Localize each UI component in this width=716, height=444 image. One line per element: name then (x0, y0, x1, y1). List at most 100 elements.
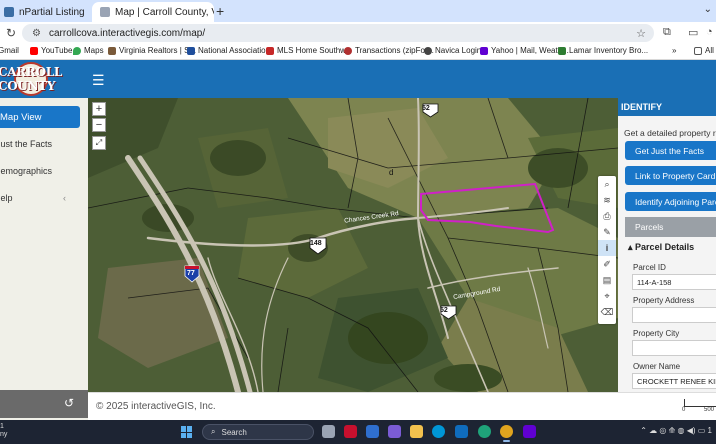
panel-title: IDENTIFY (618, 98, 716, 116)
reload-icon[interactable]: ↻ (6, 26, 16, 40)
taskbar-search[interactable]: ⌕ Search (202, 424, 314, 440)
bookmark-label: Lamar Inventory Bro... (569, 46, 649, 55)
new-tab-button[interactable]: + (216, 3, 224, 19)
folder-icon (694, 46, 702, 55)
bookmark-maps[interactable]: Maps (73, 46, 104, 55)
field-label-property-address: Property Address (633, 296, 695, 305)
bookmark-star-icon[interactable]: ☆ (636, 27, 646, 40)
bookmark-label: Navica Login (435, 46, 482, 55)
yahoo-icon[interactable] (523, 425, 536, 438)
reset-icon[interactable]: ↺ (64, 396, 74, 410)
edge-icon[interactable] (478, 425, 491, 438)
identify-info-icon[interactable]: i (598, 240, 616, 256)
sidebar-item-demographics[interactable]: Demographics (0, 160, 82, 182)
bookmark-lamar[interactable]: Lamar Inventory Bro... (558, 46, 648, 55)
split-view-icon[interactable]: ▭ (688, 26, 698, 39)
extensions-icon[interactable]: ⧉ (663, 26, 671, 39)
menu-icon[interactable]: ☰ (92, 72, 105, 89)
sidebar-item-map-view[interactable]: Map View (0, 106, 80, 128)
bookmark-yahoo[interactable]: Yahoo | Mail, Weath... (480, 46, 569, 55)
system-tray[interactable]: ⌃ ☁ ◎ ⟰ ◍ ◀) ▭ 1 (640, 426, 712, 435)
bookmark-youtube[interactable]: YouTube (30, 46, 72, 55)
scale-bar (684, 399, 716, 407)
app-blue-icon[interactable] (366, 425, 379, 438)
county-logo[interactable]: CARROLL COUNTY (0, 62, 68, 96)
map-toolbar: ⌕ ≋ ⎙ ✎ i ✐ ▤ ⌖ ⌫ (598, 176, 616, 324)
scale-start-label: 0 (682, 407, 686, 413)
sidebar-item-just-the-facts[interactable]: Just the Facts (0, 133, 84, 155)
app-header: CARROLL COUNTY ☰ (0, 60, 716, 98)
bookmark-label: MLS Home Southw... (277, 46, 353, 55)
tab-carroll-map[interactable]: Map | Carroll County, VA ✕ (92, 2, 214, 22)
maps-icon (73, 46, 81, 55)
sidebar-item-help[interactable]: Help ‹ (0, 187, 82, 209)
mcafee-icon[interactable] (344, 425, 357, 438)
map-canvas[interactable]: 52 52 148 77 Chances Creek Rd Campground… (88, 98, 618, 392)
search-icon: ⌕ (211, 427, 216, 436)
file-explorer-icon[interactable] (410, 425, 423, 438)
section-title: Parcel Details (635, 242, 695, 252)
weather-line: 1 (0, 423, 4, 430)
sidebar-item-label: Help (0, 193, 13, 203)
full-extent-icon[interactable]: ⤢ (92, 136, 106, 150)
bookmark-mls-home[interactable]: MLS Home Southw... (266, 46, 352, 55)
sidebar-item-label: Demographics (0, 166, 53, 176)
layers-icon[interactable]: ≋ (598, 192, 616, 208)
all-bookmarks[interactable]: All (694, 46, 714, 55)
tab-favicon-icon (100, 7, 110, 17)
address-bar[interactable]: ⚙ carrollcova.interactivegis.com/map/ ☆ (22, 24, 654, 42)
identify-adjoining-button[interactable]: Identify Adjoining Parcels (625, 192, 716, 211)
measure-icon[interactable]: ✐ (598, 256, 616, 272)
navica-icon (424, 46, 432, 55)
bookmark-label: Transactions (zipFor... (355, 46, 434, 55)
logo-text: CARROLL COUNTY (0, 65, 63, 93)
location-pin-icon[interactable]: ⌖ (598, 288, 616, 304)
bookmark-navica[interactable]: Navica Login (424, 46, 481, 55)
print-icon[interactable]: ⎙ (598, 208, 616, 224)
sidebar-item-label: Just the Facts (0, 139, 53, 149)
get-just-the-facts-button[interactable]: Get Just the Facts (625, 141, 716, 160)
chevron-left-icon: ‹ (63, 193, 66, 203)
scale-end-label: 500 (704, 407, 715, 413)
eraser-icon[interactable]: ⌫ (598, 304, 616, 320)
bookmark-transactions[interactable]: Transactions (zipFor... (344, 46, 434, 55)
bookmark-virginia-realtors[interactable]: Virginia Realtors | S... (108, 46, 196, 55)
search-icon[interactable]: ⌕ (598, 176, 616, 192)
chrome-icon[interactable] (500, 425, 513, 442)
nar-icon (187, 46, 195, 55)
basemap-icon[interactable]: ▤ (598, 272, 616, 288)
route-52-label: 52 (422, 105, 430, 112)
outlook-icon[interactable] (455, 425, 468, 438)
weather-widget[interactable]: 1 ny (0, 423, 7, 439)
hp-icon[interactable] (432, 425, 445, 438)
parcel-details-header[interactable]: ▴ Parcel Details (628, 242, 694, 253)
task-view-icon[interactable] (322, 425, 335, 438)
panel-intro: Get a detailed property report (624, 128, 716, 138)
bookmark-label: Maps (84, 46, 104, 55)
zoom-out-button[interactable]: − (92, 118, 106, 132)
youtube-icon (30, 46, 38, 55)
bookmarks-overflow-button[interactable]: » (672, 46, 676, 55)
field-value-owner-name: CROCKETT RENEE KIMBERLY (632, 373, 716, 389)
tab-partial-listing[interactable]: nPartial Listing ✕ (0, 2, 88, 22)
profile-icon[interactable]: ◔ (706, 26, 713, 38)
tab-title: nPartial Listing (19, 6, 85, 18)
draw-icon[interactable]: ✎ (598, 224, 616, 240)
tab-search-icon[interactable]: ⌄ (704, 4, 712, 15)
site-info-icon[interactable]: ⚙ (32, 28, 41, 39)
zoom-in-button[interactable]: + (92, 102, 106, 116)
bookmark-national-association[interactable]: National Associatio... (187, 46, 272, 55)
lamar-icon (558, 46, 566, 55)
bookmark-gmail[interactable]: Gmail (0, 46, 19, 55)
copilot-icon[interactable] (388, 425, 401, 438)
windows-start-icon[interactable] (181, 426, 193, 438)
field-value-parcel-id: 114-A-158 (632, 274, 716, 290)
interstate-77-label: 77 (187, 270, 195, 277)
browser-toolbar: ↻ ⚙ carrollcova.interactivegis.com/map/ … (0, 22, 716, 44)
link-property-card-button[interactable]: Link to Property Card (625, 166, 716, 185)
tab-parcels[interactable]: Parcels (625, 217, 716, 237)
sidebar-item-label: Map View (0, 111, 42, 123)
search-placeholder: Search (221, 427, 247, 437)
yahoo-icon (480, 46, 488, 55)
copyright-text: © 2025 interactiveGIS, Inc. (96, 401, 216, 412)
